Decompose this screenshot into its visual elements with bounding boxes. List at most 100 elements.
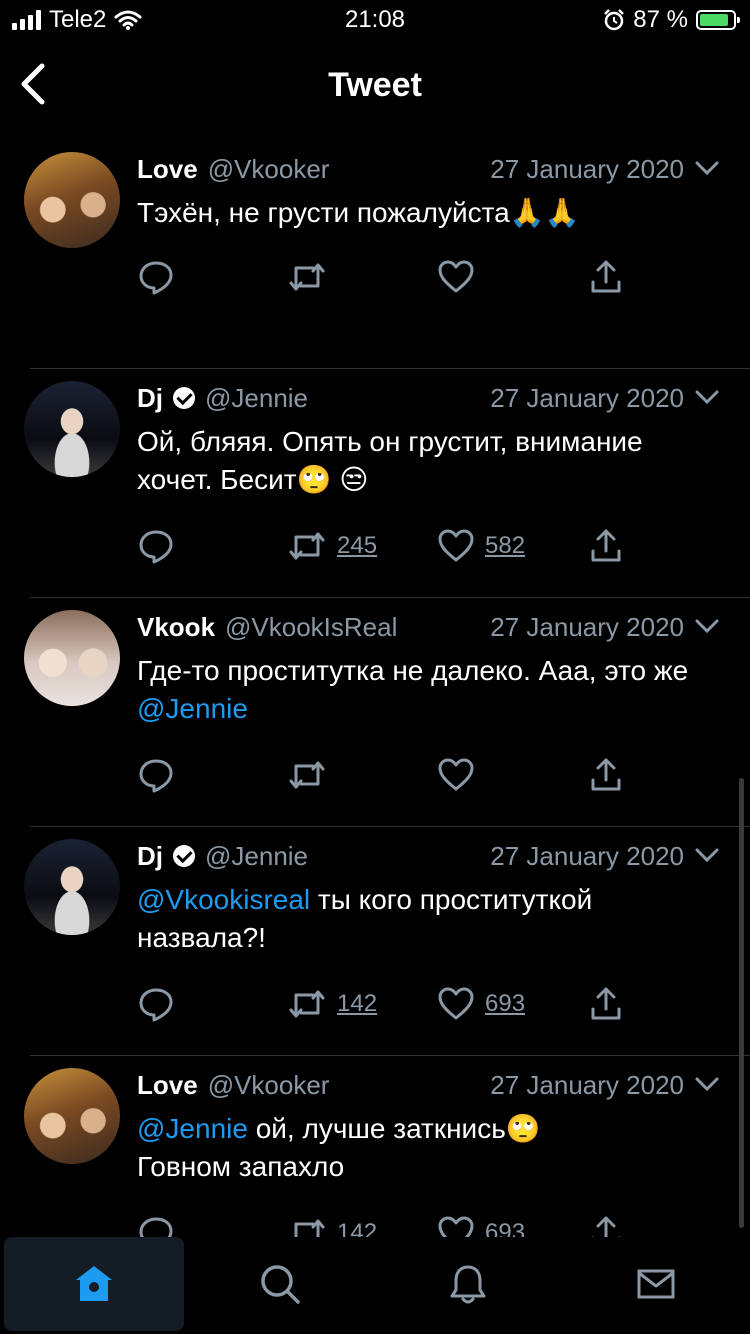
retweet-button[interactable] (287, 258, 337, 296)
like-count[interactable]: 693 (485, 990, 525, 1018)
tweet-actions (137, 756, 637, 796)
battery-percent: 87 % (633, 6, 688, 33)
chevron-down-icon[interactable] (694, 386, 720, 408)
bottom-tab-bar (0, 1237, 750, 1334)
reply-icon (139, 988, 173, 1022)
tweet-actions (137, 258, 637, 298)
mention-link[interactable]: @Vkookisreal (137, 884, 310, 915)
avatar[interactable] (24, 381, 120, 477)
chevron-down-icon[interactable] (694, 1073, 720, 1095)
bell-icon (450, 1265, 486, 1304)
display-name[interactable]: Love (137, 154, 198, 185)
reply-button[interactable] (137, 527, 175, 565)
heart-icon (438, 758, 474, 791)
chevron-down-icon[interactable] (694, 615, 720, 637)
tab-messages[interactable] (566, 1237, 746, 1331)
share-button[interactable] (587, 985, 625, 1023)
share-icon (591, 260, 621, 293)
display-name[interactable]: Dj (137, 383, 163, 414)
battery-fill (700, 14, 728, 26)
retweet-button[interactable] (287, 756, 337, 794)
share-button[interactable] (587, 527, 625, 565)
tweet-actions: 245 582 (137, 527, 637, 567)
tweet-text: Где-то проститутка не далеко. Ааа, это ж… (137, 652, 720, 728)
reply-icon (139, 530, 173, 564)
display-name[interactable]: Dj (137, 841, 163, 872)
status-bar: Tele2 21:08 87 % (0, 0, 750, 40)
tweet[interactable]: Dj @Jennie 27 January 2020 @Vkookisreal … (0, 827, 750, 1056)
tweet-text-body: ой, лучше заткнись🙄 (247, 1113, 541, 1144)
tweet-header: Love @Vkooker 27 January 2020 (137, 153, 720, 185)
tweet-date: 27 January 2020 (490, 382, 684, 413)
user-handle[interactable]: @Jennie (205, 841, 308, 872)
tweet-header: Dj @Jennie 27 January 2020 (137, 382, 720, 414)
heart-icon (438, 529, 474, 562)
retweet-icon (289, 761, 325, 789)
retweet-count[interactable]: 245 (337, 532, 377, 560)
retweet-icon (289, 532, 325, 560)
share-icon (591, 987, 621, 1020)
tweet[interactable]: Love @Vkooker 27 January 2020 Тэхён, не … (0, 140, 750, 369)
verified-badge-icon (173, 387, 195, 409)
user-handle[interactable]: @Vkooker (208, 154, 330, 185)
retweet-icon (289, 263, 325, 291)
alarm-icon (604, 9, 625, 31)
chevron-down-icon[interactable] (694, 844, 720, 866)
tweet-date: 27 January 2020 (490, 611, 684, 642)
reply-button[interactable] (137, 985, 175, 1023)
retweet-count[interactable]: 142 (337, 990, 377, 1018)
tweet-text: Ой, бляяя. Опять он грустит, внимание хо… (137, 426, 643, 495)
reply-icon (139, 261, 173, 295)
user-handle[interactable]: @Jennie (205, 383, 308, 414)
search-icon (261, 1265, 300, 1304)
avatar[interactable] (24, 1068, 120, 1164)
tweet[interactable]: Vkook @VkookIsReal 27 January 2020 Где-т… (0, 598, 750, 827)
mention-link[interactable]: @Jennie (137, 693, 248, 724)
home-icon (76, 1266, 112, 1301)
battery-icon (696, 10, 740, 30)
tab-search[interactable] (190, 1237, 370, 1331)
tab-notifications[interactable] (378, 1237, 558, 1331)
tweet-text: Тэхён, не грусти пожалуйста🙏🙏 (137, 197, 580, 228)
share-icon (591, 758, 621, 791)
status-right: 87 % (603, 6, 740, 34)
like-button[interactable]: 693 (437, 985, 525, 1023)
page-title: Tweet (328, 66, 422, 104)
tweet-thread: Love @Vkooker 27 January 2020 Тэхён, не … (0, 140, 750, 1285)
user-handle[interactable]: @Vkooker (208, 1070, 330, 1101)
tweet-header: Vkook @VkookIsReal 27 January 2020 (137, 611, 720, 643)
share-button[interactable] (587, 756, 625, 794)
reply-button[interactable] (137, 756, 175, 794)
reply-button[interactable] (137, 258, 175, 296)
retweet-button[interactable]: 245 (287, 527, 377, 565)
display-name[interactable]: Vkook (137, 612, 215, 643)
mail-icon (637, 1269, 675, 1299)
like-button[interactable] (437, 756, 485, 794)
chevron-down-icon[interactable] (694, 157, 720, 179)
tweet-date: 27 January 2020 (490, 840, 684, 871)
tweet-text: @Vkookisreal ты кого проституткой назвал… (137, 881, 720, 957)
retweet-button[interactable]: 142 (287, 985, 377, 1023)
tweet[interactable]: Dj @Jennie 27 January 2020 Ой, бляяя. Оп… (0, 369, 750, 598)
like-button[interactable] (437, 258, 485, 296)
reply-icon (139, 759, 173, 793)
tweet-header: Love @Vkooker 27 January 2020 (137, 1069, 720, 1101)
share-button[interactable] (587, 258, 625, 296)
tweet-text: @Jennie ой, лучше заткнись🙄 Говном запахл… (137, 1110, 720, 1186)
tweet-text-line2: Говном запахло (137, 1151, 345, 1182)
display-name[interactable]: Love (137, 1070, 198, 1101)
avatar[interactable] (24, 610, 120, 706)
mention-link[interactable]: @Jennie (137, 1113, 248, 1144)
like-button[interactable]: 582 (437, 527, 525, 565)
avatar[interactable] (24, 152, 120, 248)
avatar[interactable] (24, 839, 120, 935)
header: Tweet (0, 40, 750, 135)
tab-home[interactable] (4, 1237, 184, 1331)
tweet-date: 27 January 2020 (490, 1069, 684, 1100)
verified-badge-icon (173, 845, 195, 867)
scrollbar[interactable] (739, 778, 744, 1228)
like-count[interactable]: 582 (485, 532, 525, 560)
tweet-date: 27 January 2020 (490, 153, 684, 184)
user-handle[interactable]: @VkookIsReal (225, 612, 397, 643)
heart-icon (438, 987, 474, 1020)
